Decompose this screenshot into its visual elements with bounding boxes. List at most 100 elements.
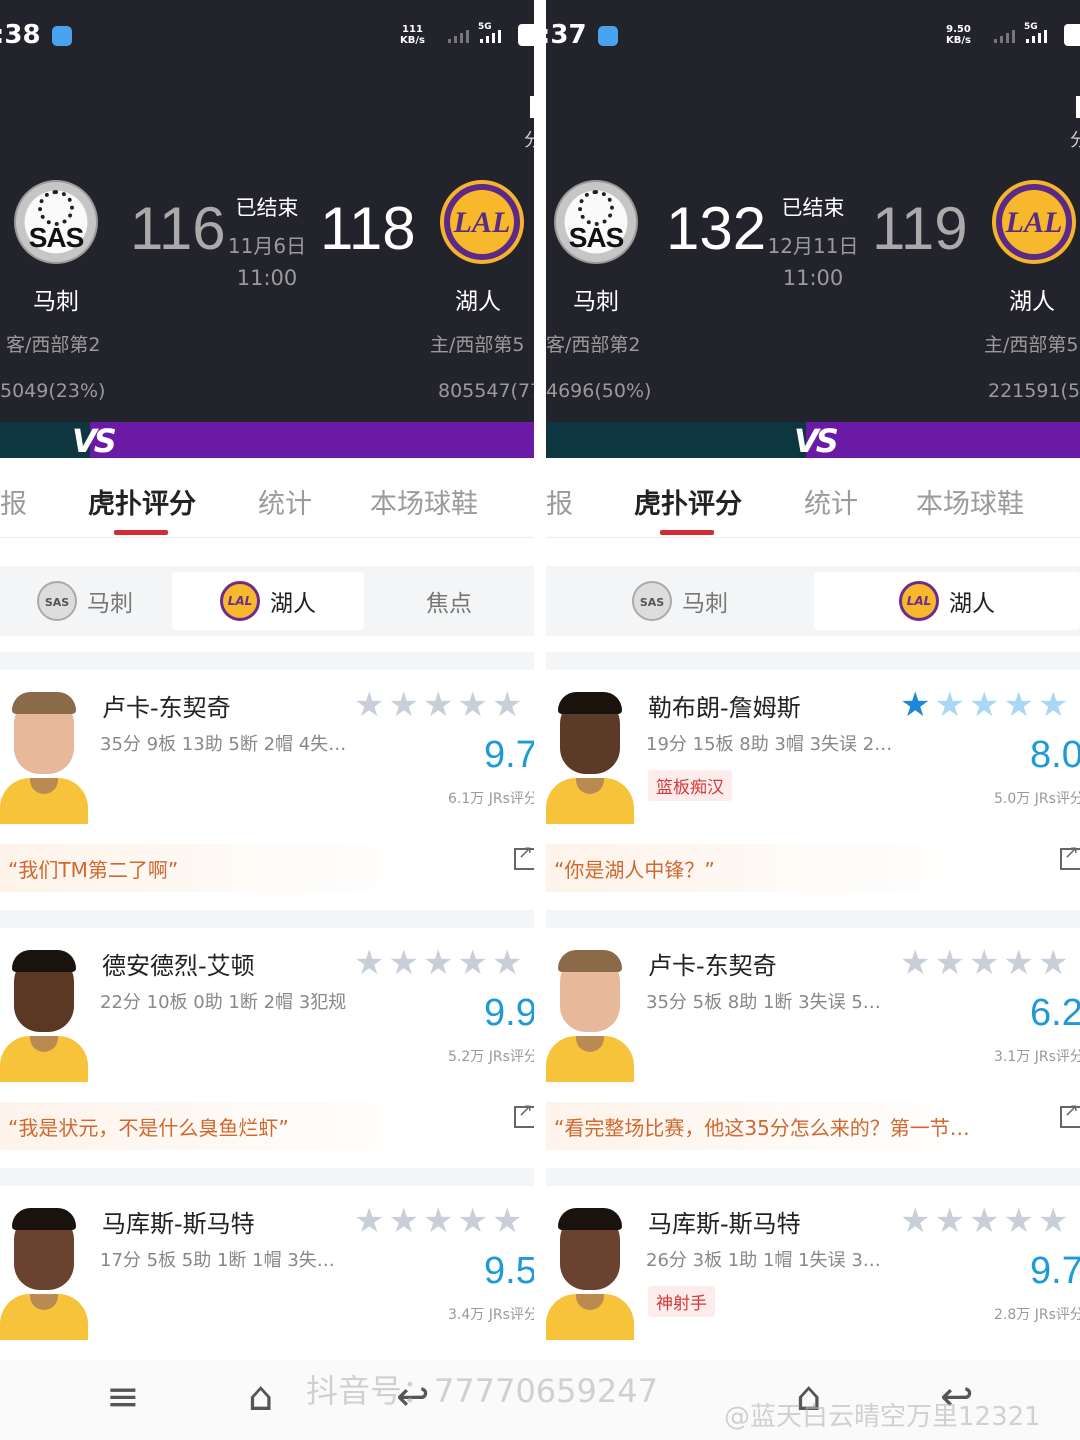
player-stats: 26分 3板 1助 1帽 1失误 3犯规 xyxy=(646,1250,896,1271)
share-icon[interactable] xyxy=(1060,1100,1080,1128)
player-rating-card[interactable]: 马库斯-斯马特 17分 5板 5助 1断 1帽 3失误… ★ ★ ★ ★ ★ 9.5 3… xyxy=(0,1186,534,1360)
star-icon[interactable]: ★ xyxy=(492,946,522,980)
star-icon[interactable]: ★ xyxy=(969,946,999,980)
star-icon[interactable]: ★ xyxy=(423,1204,453,1238)
player-avatar[interactable] xyxy=(0,944,88,1082)
rating-stars[interactable]: ★ ★ ★ ★ ★ xyxy=(900,1204,1068,1238)
star-icon[interactable]: ★ xyxy=(1038,946,1068,980)
vote-bar[interactable]: VS xyxy=(0,422,534,460)
home-icon[interactable]: ⌂ xyxy=(248,1374,273,1420)
star-icon[interactable]: ★ xyxy=(388,1204,418,1238)
player-avatar[interactable] xyxy=(546,1202,634,1340)
rating-stars[interactable]: ★ ★ ★ ★ ★ xyxy=(354,946,522,980)
star-icon[interactable]: ★ xyxy=(900,946,930,980)
switch-spurs[interactable]: 马刺 xyxy=(546,566,814,636)
lakers-logo[interactable]: LAL xyxy=(992,180,1076,264)
team-switch: 马刺 湖人 焦点 xyxy=(0,566,534,636)
rating-count: 3.1万 JRs评分 xyxy=(994,1049,1080,1065)
rating-stars[interactable]: ★ ★ ★ ★ ★ xyxy=(354,688,522,722)
star-icon[interactable]: ★ xyxy=(1003,946,1033,980)
star-icon[interactable]: ★ xyxy=(457,688,487,722)
player-name[interactable]: 马库斯-斯马特 xyxy=(102,1204,255,1239)
star-icon[interactable]: ★ xyxy=(1003,1204,1033,1238)
star-icon[interactable]: ★ xyxy=(1038,1204,1068,1238)
star-icon[interactable]: ★ xyxy=(354,946,384,980)
player-name[interactable]: 德安德烈-艾顿 xyxy=(102,946,255,981)
player-name[interactable]: 马库斯-斯马特 xyxy=(648,1204,801,1239)
player-score: 9.9 xyxy=(484,992,534,1034)
rating-stars[interactable]: ★ ★ ★ ★ ★ xyxy=(354,1204,522,1238)
star-icon[interactable]: ★ xyxy=(1003,688,1033,722)
hot-comment[interactable]: “你是湖人中锋？” xyxy=(546,844,1080,892)
star-icon[interactable]: ★ xyxy=(1038,688,1068,722)
away-votes: 4696(50%) xyxy=(546,380,652,402)
lakers-logo[interactable]: LAL xyxy=(440,180,524,264)
star-icon[interactable]: ★ xyxy=(354,688,384,722)
rating-stars[interactable]: ★ ★ ★ ★ ★ xyxy=(900,946,1068,980)
player-avatar[interactable] xyxy=(546,686,634,824)
away-team-name: 马刺 xyxy=(573,289,619,315)
tab-shoes[interactable]: 本场球鞋 xyxy=(916,482,1024,521)
star-icon[interactable]: ★ xyxy=(457,946,487,980)
player-rating-card[interactable]: 卢卡-东契奇 35分 5板 8助 1断 3失误 5… ★ ★ ★ ★ ★ 6.2 3.1… xyxy=(546,928,1080,1168)
rating-stars[interactable]: ★ ★ ★ ★ ★ xyxy=(900,688,1068,722)
tab-report[interactable]: 报 xyxy=(546,482,573,521)
star-icon[interactable]: ★ xyxy=(934,1204,964,1238)
star-icon[interactable]: ★ xyxy=(900,1204,930,1238)
switch-focus[interactable]: 焦点 xyxy=(364,566,534,636)
player-tag: 神射手 xyxy=(648,1286,715,1317)
star-icon[interactable]: ★ xyxy=(388,688,418,722)
game-time: 11:00 xyxy=(782,266,844,290)
player-avatar[interactable] xyxy=(546,944,634,1082)
spurs-logo[interactable]: SAS xyxy=(554,180,638,264)
player-avatar[interactable] xyxy=(0,686,88,824)
system-nav-bar: ≡ ⌂ ↩ ⌂ ↩ 抖音号：77770659247 @蓝天白云晴空万里12321 xyxy=(0,1360,1080,1440)
spurs-logo[interactable]: SAS xyxy=(14,180,98,264)
share-icon[interactable] xyxy=(1060,842,1080,870)
star-icon[interactable]: ★ xyxy=(457,1204,487,1238)
star-icon[interactable]: ★ xyxy=(934,688,964,722)
share-icon[interactable] xyxy=(514,842,534,870)
switch-lakers[interactable]: 湖人 xyxy=(172,572,364,630)
battery-icon xyxy=(518,24,534,46)
star-icon[interactable]: ★ xyxy=(423,946,453,980)
switch-spurs[interactable]: 马刺 xyxy=(0,566,170,636)
hot-comment[interactable]: “我们TM第二了啊” xyxy=(0,844,534,892)
menu-icon[interactable]: ≡ xyxy=(106,1374,140,1420)
player-name[interactable]: 卢卡-东契奇 xyxy=(648,946,777,981)
star-icon[interactable]: ★ xyxy=(388,946,418,980)
player-rating-card[interactable]: 勒布朗-詹姆斯 19分 15板 8助 3帽 3失误 2… 篮板痴汉 ★ ★ ★ ★ ★ … xyxy=(546,670,1080,910)
tab-stats[interactable]: 统计 xyxy=(804,482,858,521)
star-icon[interactable]: ★ xyxy=(492,688,522,722)
tab-shoes[interactable]: 本场球鞋 xyxy=(370,482,478,521)
status-time: :37 xyxy=(546,20,587,50)
star-icon[interactable]: ★ xyxy=(492,1204,522,1238)
vote-bar[interactable]: VS xyxy=(546,422,1080,460)
home-team-info: 主/西部第5 xyxy=(984,334,1079,356)
player-avatar[interactable] xyxy=(0,1202,88,1340)
star-icon[interactable]: ★ xyxy=(934,946,964,980)
switch-lakers[interactable]: 湖人 xyxy=(814,572,1080,630)
tab-hupu-rating[interactable]: 虎扑评分 xyxy=(634,482,742,521)
game-time: 11:00 xyxy=(236,266,298,290)
hot-comment[interactable]: “看完整场比赛，他这35分怎么来的？第一节… xyxy=(546,1102,1080,1150)
star-icon[interactable]: ★ xyxy=(900,688,930,722)
tab-hupu-rating[interactable]: 虎扑评分 xyxy=(88,482,196,521)
player-rating-card[interactable]: 马库斯-斯马特 26分 3板 1助 1帽 1失误 3犯规 神射手 ★ ★ ★ ★ ★ 9… xyxy=(546,1186,1080,1360)
player-rating-card[interactable]: 德安德烈-艾顿 22分 10板 0助 1断 2帽 3犯规 ★ ★ ★ ★ ★ 9.9 5… xyxy=(0,928,534,1168)
rating-count: 5.2万 JRs评分 xyxy=(448,1049,534,1065)
share-icon[interactable] xyxy=(514,1100,534,1128)
tab-stats[interactable]: 统计 xyxy=(258,482,312,521)
star-icon[interactable]: ★ xyxy=(969,688,999,722)
star-icon[interactable]: ★ xyxy=(423,688,453,722)
rating-count: 3.4万 JRs评分 xyxy=(448,1307,534,1323)
player-name[interactable]: 卢卡-东契奇 xyxy=(102,688,231,723)
hot-comment[interactable]: “我是状元，不是什么臭鱼烂虾” xyxy=(0,1102,534,1150)
star-icon[interactable]: ★ xyxy=(354,1204,384,1238)
star-icon[interactable]: ★ xyxy=(969,1204,999,1238)
player-name[interactable]: 勒布朗-詹姆斯 xyxy=(648,688,801,723)
player-rating-card[interactable]: 卢卡-东契奇 35分 9板 13助 5断 2帽 4失… ★ ★ ★ ★ ★ 9.7 6.… xyxy=(0,670,534,910)
rating-count: 2.8万 JRs评分 xyxy=(994,1307,1080,1323)
tab-report[interactable]: 报 xyxy=(0,482,27,521)
home-team-name: 湖人 xyxy=(455,289,501,315)
